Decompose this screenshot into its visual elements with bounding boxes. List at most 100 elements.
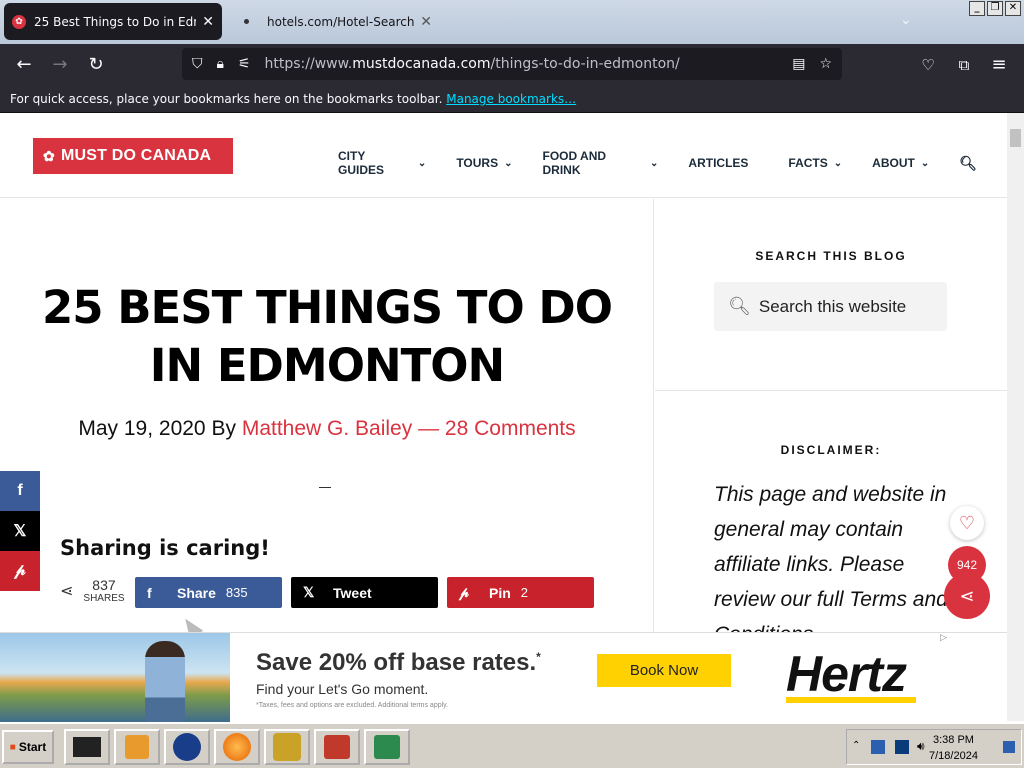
windows-flag-icon: ■ — [9, 741, 16, 753]
notification-icon[interactable] — [1003, 741, 1015, 753]
site-logo[interactable]: ✿ MUST DO CANADA — [33, 138, 233, 174]
search-input[interactable]: 🔍︎ Search this website — [714, 282, 947, 331]
search-icon[interactable]: 🔍︎ — [959, 149, 977, 177]
menu-item-about[interactable]: ABOUT ⌄ — [872, 149, 929, 177]
menu-item-facts[interactable]: FACTS ⌄ — [788, 149, 842, 177]
clock[interactable]: 3:38 PM 7/18/2024 — [929, 732, 978, 764]
chevron-down-icon: ⌄ — [920, 157, 930, 169]
minimize-window-button[interactable]: _ — [969, 1, 985, 16]
share-icon: ⋖ — [60, 581, 74, 600]
logo-text: MUST DO CANADA — [60, 147, 212, 164]
extensions-icon[interactable]: ⧉ — [953, 54, 975, 76]
manage-bookmarks-link[interactable]: Manage bookmarks… — [446, 92, 576, 106]
pin-button[interactable]: 𝓅 Pin 2 — [447, 577, 594, 608]
tracking-shield-icon[interactable]: ⛉ — [192, 56, 203, 72]
reader-view-icon[interactable]: ▤ — [792, 56, 805, 72]
button-label: Share — [177, 584, 216, 601]
pocket-icon[interactable]: ♡ — [917, 54, 939, 76]
bookmarks-hint-text: For quick access, place your bookmarks h… — [10, 92, 443, 106]
back-arrow-icon[interactable]: ← — [13, 54, 35, 76]
restore-window-button[interactable]: ❐ — [987, 1, 1003, 16]
bookmark-star-icon[interactable]: ☆ — [819, 56, 832, 72]
facebook-icon[interactable]: f — [0, 471, 40, 511]
lock-icon[interactable]: 🔒︎ — [217, 56, 224, 72]
chevron-down-icon: ⌄ — [650, 157, 659, 169]
media-player-icon — [125, 735, 149, 759]
total-shares: ⋖ 837 SHARES — [60, 577, 125, 604]
address-bar[interactable]: ⛉ 🔒︎ ⚟ https://www.mustdocanada.com/thin… — [182, 48, 842, 80]
taskbar: ■ Start ⌃ 🔊︎ 3:38 PM 7/18/2024 — [0, 722, 1024, 768]
ad-banner[interactable]: Save 20% off base rates.* Find your Let'… — [0, 632, 1007, 722]
article-meta: May 19, 2020 By Matthew G. Bailey — 28 C… — [40, 417, 614, 441]
menu-item-food-and-drink[interactable]: FOOD AND DRINK ⌄ — [543, 149, 659, 177]
forward-arrow-icon[interactable]: → — [49, 54, 71, 76]
start-button[interactable]: ■ Start — [2, 730, 54, 764]
close-tab-icon[interactable]: ✕ — [202, 14, 214, 30]
network-icon[interactable] — [871, 740, 885, 754]
button-count: 2 — [520, 585, 529, 600]
close-window-button[interactable]: ✕ — [1005, 1, 1021, 16]
ad-subline: Find your Let's Go moment. — [256, 681, 429, 697]
ad-person-image — [145, 641, 185, 722]
navigation-toolbar: ← → ↻ ⛉ 🔒︎ ⚟ https://www.mustdocanada.co… — [0, 44, 1024, 85]
pinterest-icon: 𝓅 — [459, 584, 469, 600]
app-icon — [324, 735, 350, 759]
maple-leaf-icon: ✿ — [43, 147, 55, 164]
search-icon: 🔍︎ — [728, 296, 751, 316]
clock-time: 3:38 PM — [932, 734, 974, 746]
taskbar-app-3[interactable] — [164, 729, 210, 765]
main-menu: CITY GUIDES ⌄ TOURS ⌄ FOOD AND DRINK ⌄ ARTI… — [338, 149, 1007, 177]
book-now-button[interactable]: Book Now — [597, 654, 731, 687]
floating-share-bar: f 𝕏 𝓅 — [0, 471, 40, 591]
share-count: 837 — [92, 577, 116, 593]
chevron-down-icon: ⌄ — [833, 157, 843, 169]
ad-photo — [0, 633, 230, 722]
menu-item-tours[interactable]: TOURS ⌄ — [456, 149, 512, 177]
taskbar-app-6[interactable] — [314, 729, 360, 765]
hertz-logo-bar — [786, 697, 916, 703]
taskbar-firefox[interactable] — [214, 729, 260, 765]
post-date: May 19, 2020 — [78, 417, 206, 440]
button-label: Tweet — [333, 584, 372, 601]
ad-headline: Save 20% off base rates.* — [256, 649, 541, 676]
taskbar-app-2[interactable] — [114, 729, 160, 765]
tab-bar: ✿ 25 Best Things to Do in Edmonton ✕ hot… — [0, 0, 1024, 44]
scrollbar-thumb[interactable] — [1010, 129, 1021, 147]
menu-item-city-guides[interactable]: CITY GUIDES ⌄ — [338, 149, 426, 177]
pinterest-icon[interactable]: 𝓅 — [0, 551, 40, 591]
close-tab-icon[interactable]: ✕ — [420, 14, 432, 30]
comments-link[interactable]: 28 Comments — [445, 417, 576, 440]
reload-icon[interactable]: ↻ — [85, 54, 107, 76]
disclaimer-heading: DISCLAIMER: — [780, 443, 882, 457]
chevron-down-icon: ⌄ — [417, 157, 427, 169]
tab-edmonton[interactable]: ✿ 25 Best Things to Do in Edmonton ✕ — [4, 3, 222, 40]
taskbar-app-5[interactable] — [264, 729, 310, 765]
meta-separator: — — [418, 417, 440, 440]
volume-icon[interactable]: 🔊︎ — [917, 739, 925, 754]
facebook-share-button[interactable]: f Share 835 — [135, 577, 282, 608]
tab-hotels[interactable]: hotels.com/Hotel-Search?destination ✕ — [230, 3, 440, 40]
button-count: 835 — [225, 585, 248, 600]
url-text[interactable]: https://www.mustdocanada.com/things-to-d… — [265, 56, 793, 72]
permissions-icon[interactable]: ⚟ — [238, 56, 251, 72]
list-all-tabs-chevron-icon[interactable]: ⌄ — [900, 12, 912, 28]
monitor-icon[interactable] — [895, 740, 909, 754]
mustdocanada-favicon-icon: ✿ — [12, 14, 26, 29]
system-tray: ⌃ 🔊︎ 3:38 PM 7/18/2024 — [846, 729, 1022, 765]
hertz-logo: Hertz — [786, 646, 907, 702]
tray-expand-icon[interactable]: ⌃ — [852, 740, 860, 751]
page-scrollbar[interactable] — [1007, 113, 1024, 721]
adchoices-icon[interactable]: ▷ — [940, 633, 947, 643]
author-link[interactable]: Matthew G. Bailey — [242, 417, 412, 440]
menu-hamburger-icon[interactable]: ≡ — [988, 54, 1010, 76]
facebook-icon: f — [147, 584, 152, 601]
tweet-button[interactable]: 𝕏 Tweet — [291, 577, 438, 608]
menu-item-articles[interactable]: ARTICLES — [688, 149, 748, 177]
heart-icon[interactable]: ♡ — [950, 506, 984, 540]
share-icon[interactable]: ⋖ — [944, 573, 990, 619]
taskbar-app-1[interactable] — [64, 729, 110, 765]
ad-fineprint: *Taxes, fees and options are excluded. A… — [256, 702, 449, 709]
taskbar-app-7[interactable] — [364, 729, 410, 765]
by-label: By — [211, 417, 236, 440]
x-icon[interactable]: 𝕏 — [0, 511, 40, 551]
